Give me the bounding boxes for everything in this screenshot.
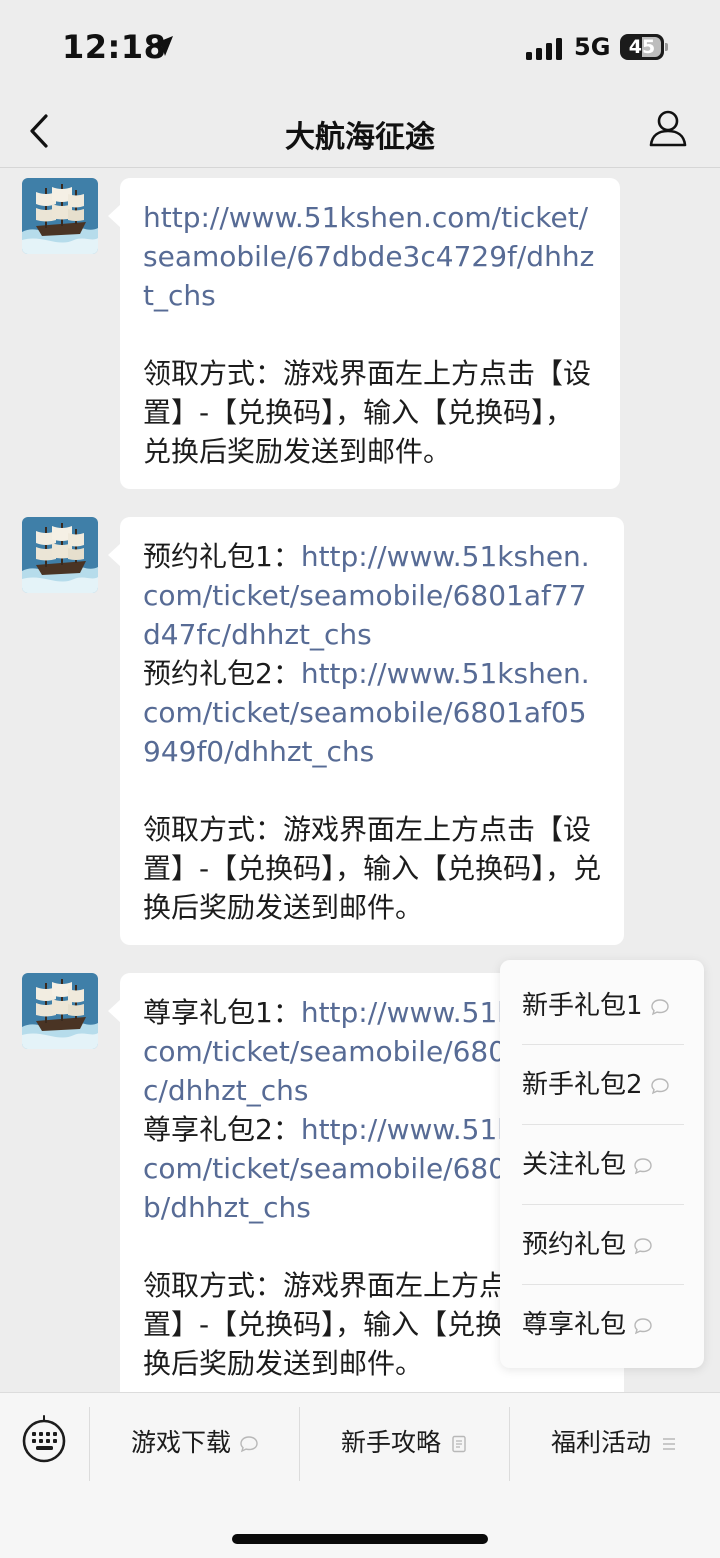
instructions-text: 领取方式：游戏界面左上方点击【设置】-【兑换码】，输入【兑换码】，兑换后奖励发送… xyxy=(143,357,592,468)
network-type: 5G xyxy=(574,33,611,61)
profile-icon[interactable] xyxy=(648,108,688,148)
divider xyxy=(89,1407,90,1481)
back-chevron-icon[interactable] xyxy=(26,112,56,150)
chat-bubble-icon xyxy=(634,1237,652,1254)
home-indicator[interactable] xyxy=(232,1534,488,1544)
submenu-item-label: 尊享礼包 xyxy=(522,1310,627,1340)
official-account-avatar[interactable] xyxy=(22,517,98,593)
submenu-item-reservation-gift[interactable]: 预约礼包 xyxy=(522,1205,684,1285)
submenu-item-label: 新手礼包1 xyxy=(522,991,643,1021)
menu-label: 新手攻略 xyxy=(340,1428,441,1457)
message-bubble[interactable]: 预约礼包1：http://www.51kshen.com/ticket/seam… xyxy=(108,517,624,945)
message-bubble[interactable]: http://www.51kshen.com/ticket/seamobile/… xyxy=(108,178,620,489)
chat-header: 大航海征途 xyxy=(0,96,720,168)
submenu-popup: 新手礼包1 新手礼包2 关注礼包 预约礼包 尊享礼包 xyxy=(500,960,704,1368)
divider xyxy=(509,1407,510,1481)
submenu-item-follow-gift[interactable]: 关注礼包 xyxy=(522,1125,684,1205)
instructions-text: 领取方式：游戏界面左上方点击【设置】-【兑换码】，输入【兑换码】，兑换后奖励发送… xyxy=(143,813,602,924)
menu-newbie-guide[interactable]: 新手攻略 xyxy=(302,1421,508,1465)
page-title: 大航海征途 xyxy=(285,120,435,155)
menu-game-download[interactable]: 游戏下载 xyxy=(92,1421,298,1465)
submenu-item-label: 预约礼包 xyxy=(522,1230,627,1260)
status-bar: 12:18 5G 45 xyxy=(0,0,720,96)
chat-bubble-icon xyxy=(240,1436,258,1453)
chat-bubble-icon xyxy=(650,1077,669,1094)
keyboard-icon[interactable] xyxy=(20,1415,68,1463)
divider xyxy=(299,1407,300,1481)
submenu-item-newbie-gift-2[interactable]: 新手礼包2 xyxy=(522,1045,684,1125)
submenu-item-newbie-gift-1[interactable]: 新手礼包1 xyxy=(522,966,684,1046)
cellular-signal-icon xyxy=(526,38,562,60)
chat-bubble-icon xyxy=(650,998,669,1015)
chat-bubble-icon xyxy=(634,1317,652,1334)
menu-welfare-activity[interactable]: 福利活动 xyxy=(512,1421,718,1465)
location-arrow-icon xyxy=(153,36,173,56)
ticket-link[interactable]: http://www.51kshen.com/ticket/seamobile/… xyxy=(143,198,598,315)
menu-lines-icon xyxy=(663,1438,675,1450)
gift-label: 尊享礼包2： xyxy=(143,1113,301,1146)
submenu-item-label: 关注礼包 xyxy=(522,1150,627,1180)
battery-icon: 45 xyxy=(620,34,668,60)
submenu-item-label: 新手礼包2 xyxy=(522,1070,643,1100)
document-icon xyxy=(452,1435,466,1453)
menu-label: 福利活动 xyxy=(550,1428,651,1457)
chat-bubble-icon xyxy=(634,1157,652,1174)
official-account-avatar[interactable] xyxy=(22,178,98,254)
menu-label: 游戏下载 xyxy=(130,1428,231,1457)
gift-label: 尊享礼包1： xyxy=(143,996,301,1029)
gift-label: 预约礼包2： xyxy=(143,657,301,690)
battery-level: 45 xyxy=(628,36,656,58)
gift-label: 预约礼包1： xyxy=(143,540,301,573)
submenu-item-vip-gift[interactable]: 尊享礼包 xyxy=(522,1285,684,1365)
official-account-avatar[interactable] xyxy=(22,973,98,1049)
